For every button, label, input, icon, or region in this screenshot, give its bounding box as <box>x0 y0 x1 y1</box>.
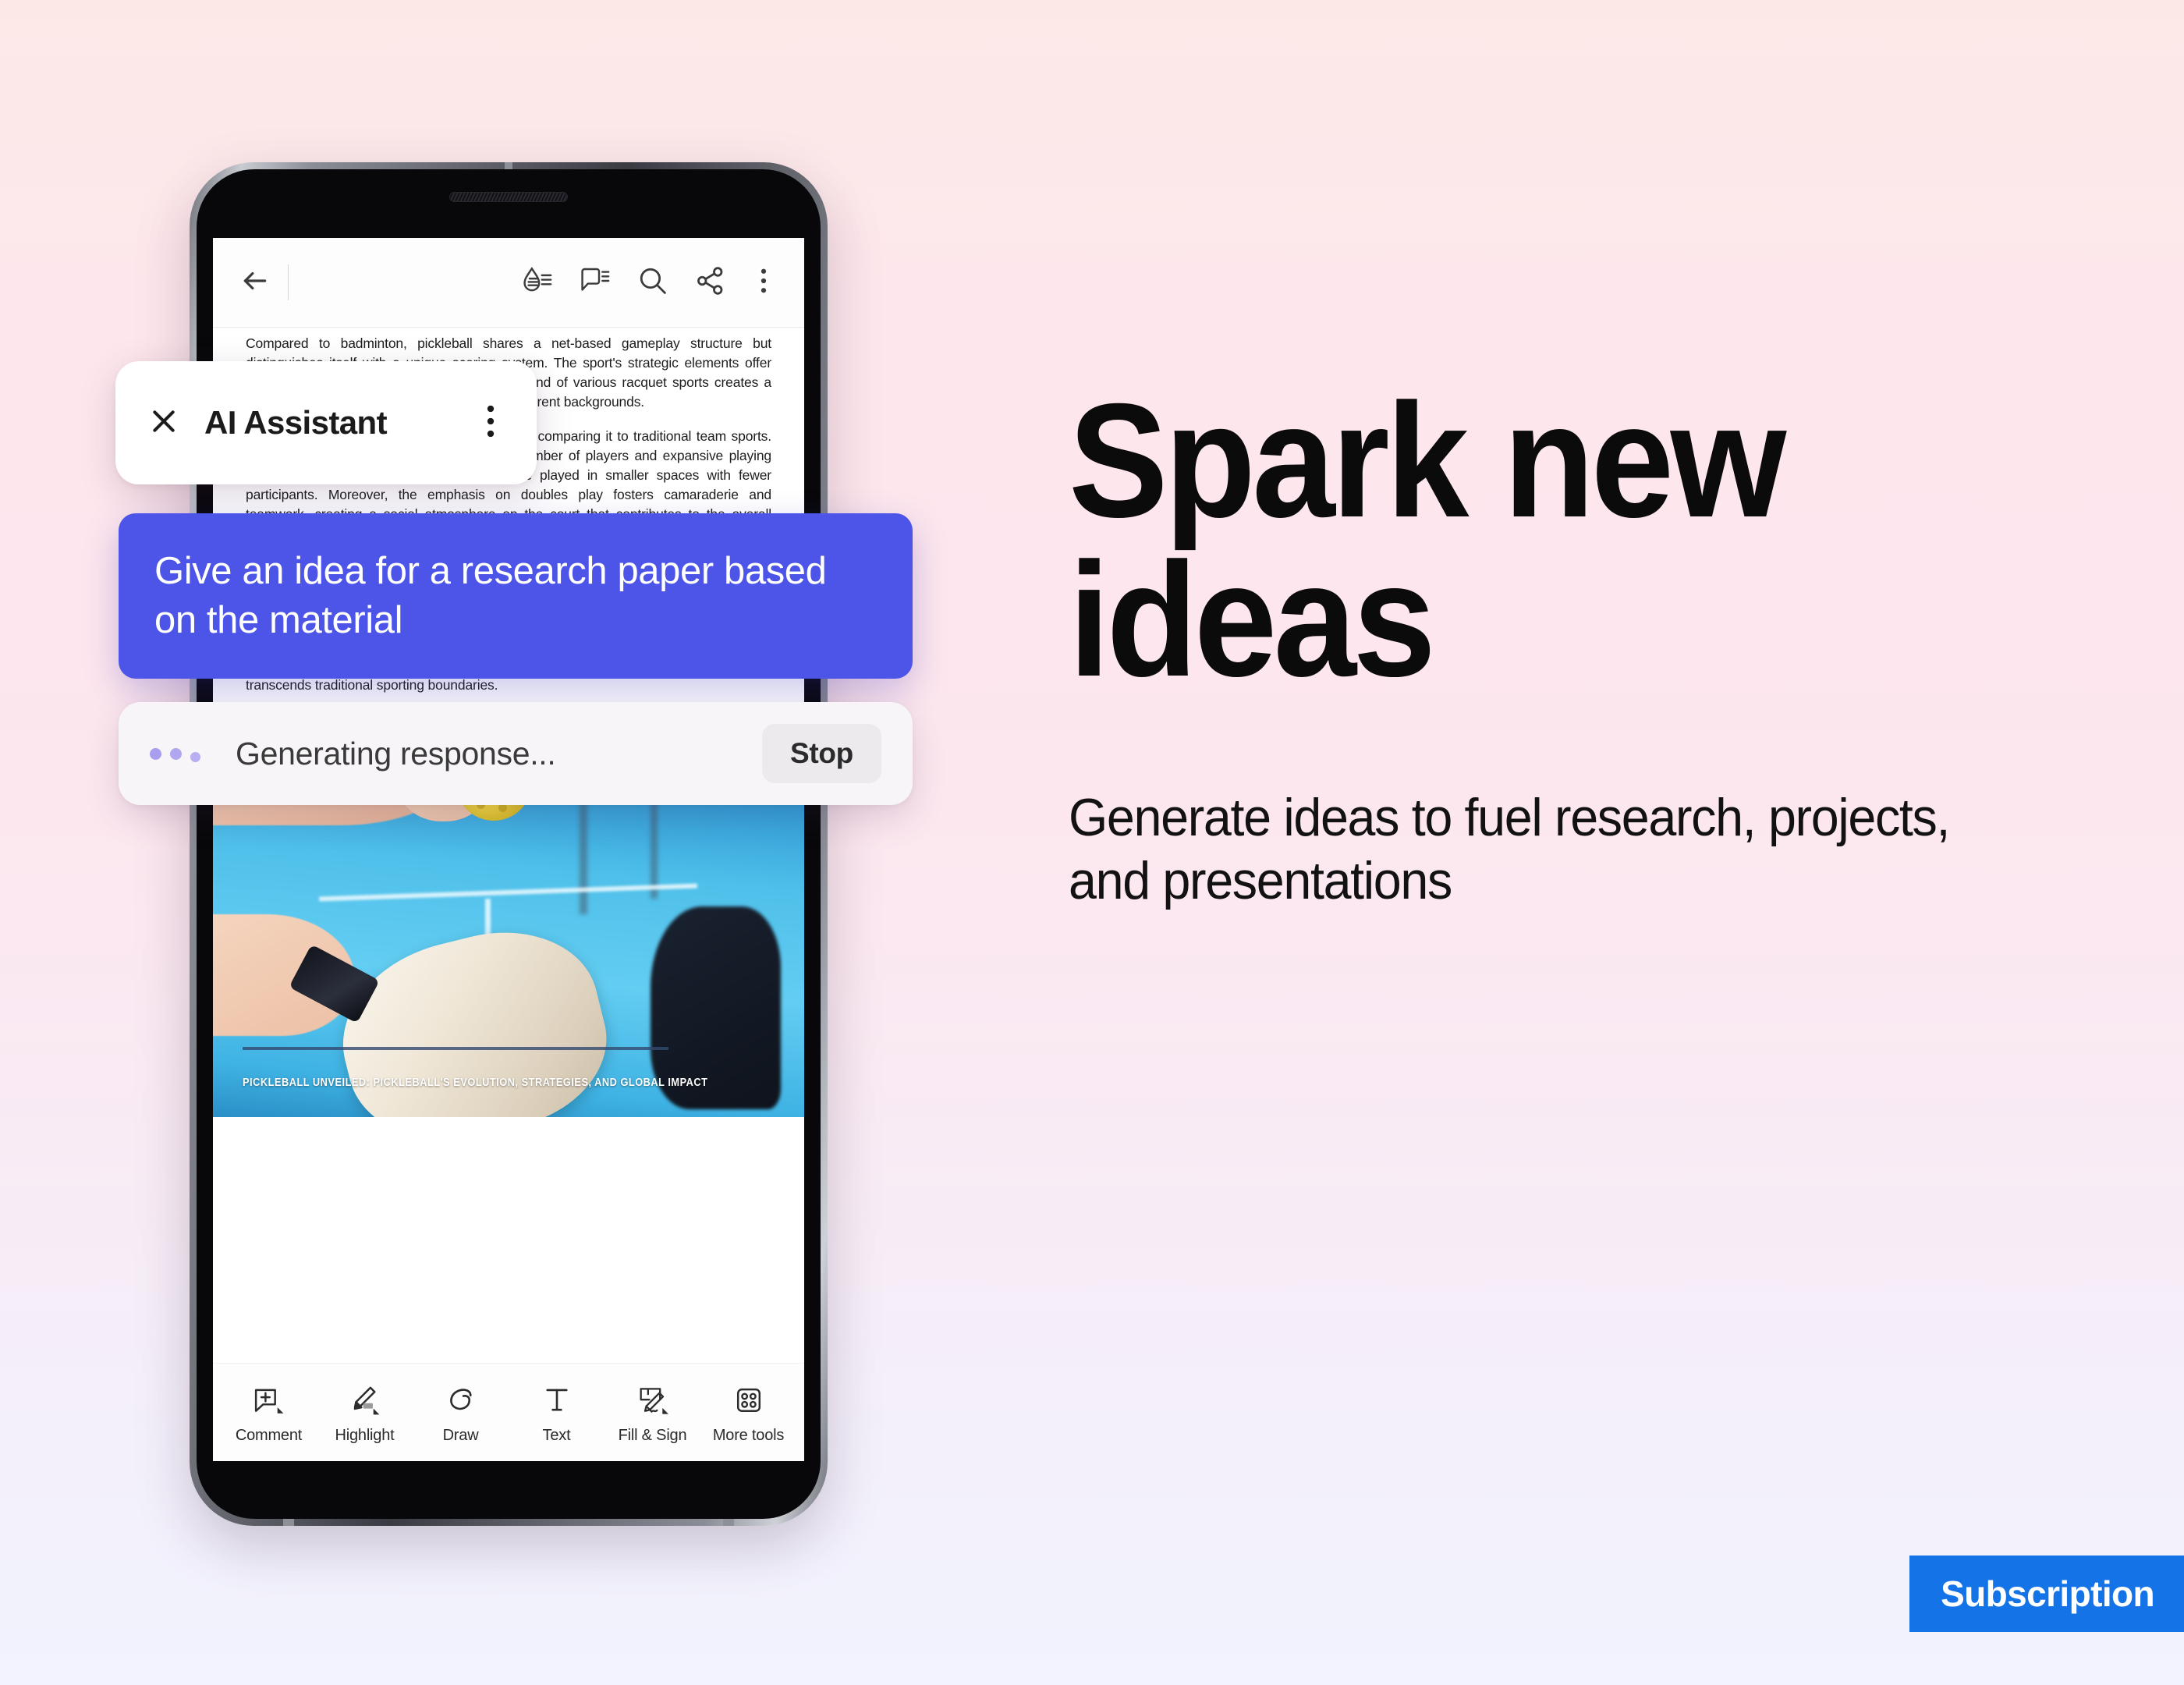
ai-assistant-more-button[interactable] <box>470 403 512 444</box>
app-top-toolbar <box>213 238 804 328</box>
tool-highlight[interactable]: Highlight <box>321 1380 409 1445</box>
tool-text[interactable]: Text <box>513 1380 601 1445</box>
search-button[interactable] <box>628 257 678 307</box>
subscription-badge: Subscription <box>1909 1556 2184 1632</box>
back-button[interactable] <box>233 266 277 300</box>
page-subtitle: Generate ideas to fuel research, project… <box>1069 787 1950 911</box>
tool-label: Fill & Sign <box>618 1427 687 1444</box>
fill-and-sign-icon <box>635 1380 671 1421</box>
phone-bottom-antenna-line-left <box>283 1518 294 1526</box>
more-options-icon <box>752 266 775 300</box>
generating-response-bar: Generating response... Stop <box>119 702 913 805</box>
phone-bottom-antenna-line-right <box>723 1518 734 1526</box>
photo-caption: PICKLEBALL UNVEILED: PICKLEBALL'S EVOLUT… <box>243 1077 708 1090</box>
close-button[interactable] <box>140 406 187 441</box>
liquid-mode-button[interactable] <box>512 257 562 307</box>
comment-icon <box>580 265 611 300</box>
more-options-button[interactable] <box>746 257 781 307</box>
liquid-mode-icon <box>522 265 553 300</box>
tool-label: More tools <box>712 1427 785 1444</box>
more-options-icon <box>484 403 497 444</box>
tool-comment[interactable]: Comment <box>225 1380 313 1445</box>
toolbar-divider <box>288 264 289 300</box>
share-button[interactable] <box>686 257 736 307</box>
ai-assistant-title: AI Assistant <box>204 404 388 441</box>
highlight-pen-icon <box>347 1380 383 1421</box>
tool-label: Highlight <box>335 1427 395 1444</box>
tool-draw[interactable]: Draw <box>417 1380 505 1445</box>
user-prompt-text: Give an idea for a research paper based … <box>154 550 827 641</box>
back-arrow-icon <box>240 266 270 300</box>
text-tool-icon <box>539 1380 575 1421</box>
comment-add-icon <box>251 1380 287 1421</box>
marketing-column: Spark new ideas Generate ideas to fuel r… <box>1069 371 2083 913</box>
user-prompt-bubble: Give an idea for a research paper based … <box>119 513 913 679</box>
close-icon <box>148 406 179 441</box>
loading-dots-icon <box>150 745 225 762</box>
page-title: Spark new ideas <box>1069 371 1786 711</box>
comment-button[interactable] <box>570 257 620 307</box>
phone-earpiece-speaker <box>449 192 568 202</box>
tool-more-tools[interactable]: More tools <box>705 1380 792 1445</box>
share-icon <box>695 265 726 300</box>
app-bottom-toolbar: Comment Highlight Draw Text Fill & Sign … <box>213 1363 804 1461</box>
tool-label: Text <box>542 1427 571 1444</box>
search-icon <box>637 265 668 300</box>
ai-assistant-panel: AI Assistant <box>115 361 537 484</box>
generating-status-text: Generating response... <box>236 735 556 772</box>
more-tools-icon <box>731 1380 767 1421</box>
stop-button[interactable]: Stop <box>761 724 881 783</box>
tool-label: Comment <box>235 1427 303 1444</box>
tool-label: Draw <box>442 1427 479 1444</box>
photo-caption-rule <box>243 1047 668 1051</box>
draw-icon <box>443 1380 479 1421</box>
tool-fill-and-sign[interactable]: Fill & Sign <box>609 1380 697 1445</box>
